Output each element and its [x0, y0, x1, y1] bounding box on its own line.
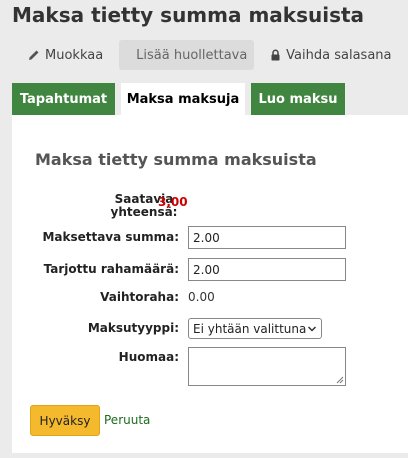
amount-tendered-input[interactable]	[188, 258, 346, 281]
change-value: 0.00	[188, 290, 215, 304]
note-label: Huomaa:	[118, 350, 179, 364]
pay-amount-panel: Maksa tietty summa maksuista Saatavia yh…	[12, 115, 408, 453]
note-textarea[interactable]	[188, 347, 346, 386]
chevron-down-icon	[307, 325, 317, 332]
lock-icon	[271, 49, 280, 61]
more-button[interactable]	[400, 40, 408, 70]
payment-type-value: Ei yhtään valittuna	[193, 321, 307, 336]
tab-transactions[interactable]: Tapahtumat	[12, 83, 115, 115]
tabs: Tapahtumat Maksa maksuja Luo maksu	[12, 83, 351, 115]
amount-to-pay-label: Maksettava summa:	[42, 230, 179, 244]
edit-button-label: Muokkaa	[45, 47, 104, 63]
tab-pay-fines[interactable]: Maksa maksuja	[121, 83, 245, 115]
page-title: Maksa tietty summa maksuista	[12, 3, 365, 27]
payment-type-label: Maksutyyppi:	[87, 321, 179, 335]
pencil-icon	[29, 50, 39, 60]
change-password-label: Vaihda salasana	[286, 47, 392, 63]
payment-type-select[interactable]: Ei yhtään valittuna	[188, 318, 322, 339]
total-outstanding-value: 3,00	[158, 195, 188, 209]
edit-button[interactable]: Muokkaa	[14, 40, 111, 70]
tab-create-fee[interactable]: Luo maksu	[251, 83, 345, 115]
submit-button[interactable]: Hyväksy	[30, 405, 100, 436]
form-title: Maksa tietty summa maksuista	[35, 150, 317, 169]
cancel-link[interactable]: Peruuta	[104, 413, 150, 427]
amount-to-pay-input[interactable]	[188, 226, 346, 249]
add-guarantor-button[interactable]: Lisää huollettava	[119, 40, 255, 70]
change-password-button[interactable]: Vaihda salasana	[262, 40, 399, 70]
amount-tendered-label: Tarjottu rahamäärä:	[43, 262, 179, 276]
resize-grip-icon[interactable]	[334, 374, 344, 384]
change-label: Vaihtoraha:	[100, 290, 179, 304]
add-guarantor-label: Lisää huollettava	[136, 47, 248, 63]
toolbar: Muokkaa Lisää huollettava Vaihda salasan…	[14, 40, 408, 70]
